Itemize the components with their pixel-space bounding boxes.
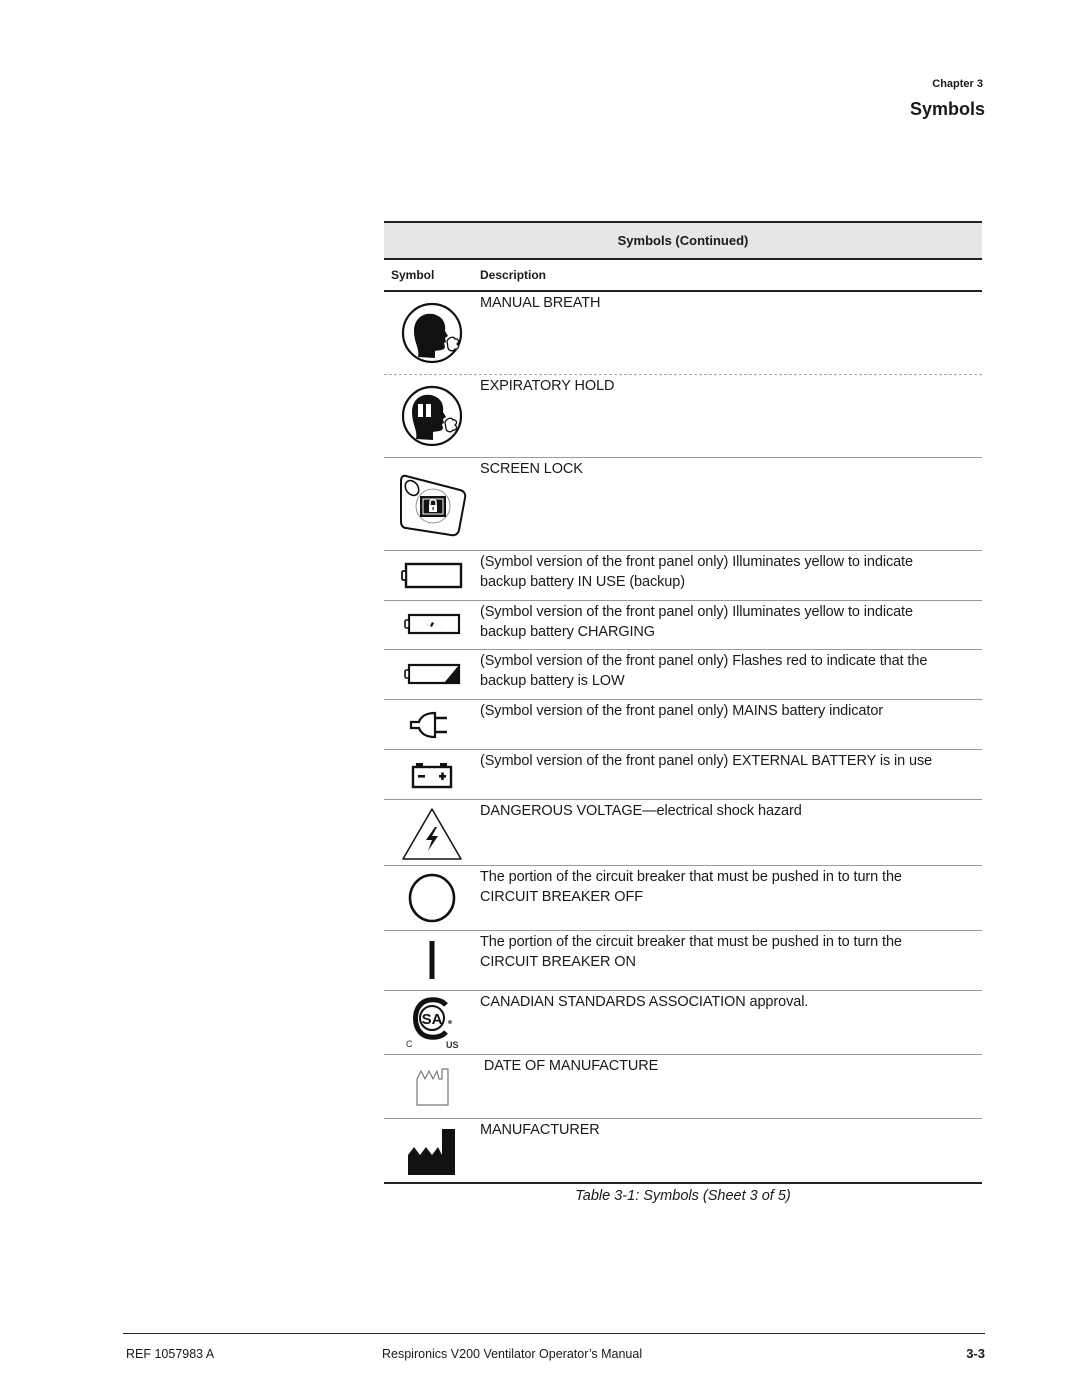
table-row: The portion of the circuit breaker that … <box>384 866 982 931</box>
row-description: DANGEROUS VOLTAGE—electrical shock hazar… <box>480 800 982 865</box>
screen-lock-icon <box>384 458 480 550</box>
desc-line: DATE OF MANUFACTURE <box>480 1058 659 1074</box>
desc-line: backup battery IN USE (backup) <box>480 573 685 590</box>
row-description: The portion of the circuit breaker that … <box>480 931 982 990</box>
row-description: (Symbol version of the front panel only)… <box>480 601 982 649</box>
table-row: (Symbol version of the front panel only)… <box>384 551 982 601</box>
desc-line: backup battery CHARGING <box>480 623 655 640</box>
csa-approval-icon: SA C US <box>384 991 480 1054</box>
row-description: MANUAL BREATH <box>480 292 982 374</box>
row-description: The portion of the circuit breaker that … <box>480 866 982 930</box>
desc-line: MANUAL BREATH <box>480 295 601 311</box>
manual-breath-icon <box>384 292 480 374</box>
footer-reference: REF 1057983 A <box>126 1347 215 1361</box>
row-description: (Symbol version of the front panel only)… <box>480 750 982 799</box>
row-description: CANADIAN STANDARDS ASSOCIATION approval. <box>480 991 982 1054</box>
date-of-manufacture-icon <box>384 1055 480 1118</box>
table-row: The portion of the circuit breaker that … <box>384 931 982 991</box>
desc-line: (Symbol version of the front panel only)… <box>480 753 933 769</box>
battery-low-icon <box>384 650 480 699</box>
desc-line: (Symbol version of the front panel only)… <box>480 703 884 719</box>
external-battery-icon <box>384 750 480 799</box>
table-row: (Symbol version of the front panel only)… <box>384 750 982 800</box>
row-description: (Symbol version of the front panel only)… <box>480 551 982 600</box>
section-title: Symbols <box>909 99 985 119</box>
desc-line: (Symbol version of the front panel only)… <box>480 604 913 620</box>
table-caption: Table 3-1: Symbols (Sheet 3 of 5) <box>575 1188 791 1204</box>
desc-line: backup battery is LOW <box>480 672 625 689</box>
row-description: DATE OF MANUFACTURE <box>480 1055 982 1118</box>
table-row: SCREEN LOCK <box>384 458 982 551</box>
desc-line: (Symbol version of the front panel only)… <box>480 653 928 669</box>
chapter-label: Chapter 3 <box>932 78 983 90</box>
footer-manual-title: Respironics V200 Ventilator Operator’s M… <box>382 1347 643 1361</box>
battery-charging-icon <box>384 601 480 649</box>
desc-line: The portion of the circuit breaker that … <box>480 869 902 885</box>
table-row: (Symbol version of the front panel only)… <box>384 601 982 650</box>
table-row: MANUFACTURER <box>384 1119 982 1184</box>
desc-line: CANADIAN STANDARDS ASSOCIATION approval. <box>480 994 809 1010</box>
desc-line: EXPIRATORY HOLD <box>480 378 615 394</box>
circuit-breaker-on-icon <box>384 931 480 990</box>
table-row: MANUAL BREATH <box>384 292 982 375</box>
table-row: (Symbol version of the front panel only)… <box>384 650 982 700</box>
circuit-breaker-off-icon <box>384 866 480 930</box>
row-description: EXPIRATORY HOLD <box>480 375 982 457</box>
table-row: SA C US CANADIAN STANDARDS ASSOCIATION a… <box>384 991 982 1055</box>
row-description: (Symbol version of the front panel only)… <box>480 700 982 749</box>
desc-line: DANGEROUS VOLTAGE—electrical shock hazar… <box>480 803 802 819</box>
expiratory-hold-icon <box>384 375 480 457</box>
desc-line: CIRCUIT BREAKER ON <box>480 953 636 970</box>
row-description: MANUFACTURER <box>480 1119 982 1182</box>
column-headers: Symbol Description <box>384 260 982 292</box>
desc-line: CIRCUIT BREAKER OFF <box>480 888 643 905</box>
column-header-symbol: Symbol <box>391 268 435 282</box>
table-row: DATE OF MANUFACTURE <box>384 1055 982 1119</box>
row-description: (Symbol version of the front panel only)… <box>480 650 982 699</box>
desc-line: SCREEN LOCK <box>480 461 583 477</box>
dangerous-voltage-icon <box>384 800 480 865</box>
symbols-table: Symbols (Continued) Symbol Description M… <box>384 221 982 1184</box>
desc-line: The portion of the circuit breaker that … <box>480 934 902 950</box>
svg-text:SA: SA <box>422 1011 443 1028</box>
column-header-description: Description <box>480 268 547 282</box>
manufacturer-icon <box>384 1119 480 1182</box>
row-description: SCREEN LOCK <box>480 458 982 550</box>
page-number: 3-3 <box>966 1346 985 1361</box>
table-row: EXPIRATORY HOLD <box>384 375 982 458</box>
desc-line: MANUFACTURER <box>480 1122 600 1138</box>
table-title: Symbols (Continued) <box>384 221 982 260</box>
table-row: DANGEROUS VOLTAGE—electrical shock hazar… <box>384 800 982 866</box>
csa-c-label: C <box>406 1039 413 1049</box>
footer-divider <box>123 1333 985 1334</box>
csa-us-label: US <box>446 1040 459 1050</box>
mains-plug-icon <box>384 700 480 749</box>
table-row: (Symbol version of the front panel only)… <box>384 700 982 750</box>
battery-in-use-icon <box>384 551 480 600</box>
desc-line: (Symbol version of the front panel only)… <box>480 554 913 570</box>
